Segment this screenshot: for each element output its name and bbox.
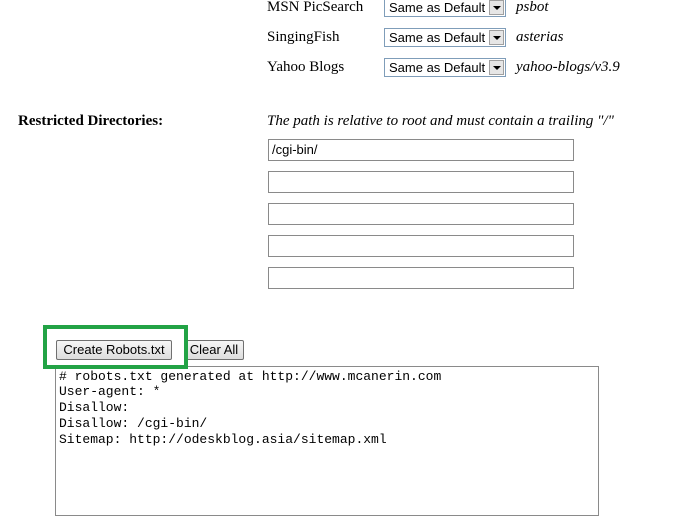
- output-line: Disallow:: [59, 400, 130, 415]
- chevron-down-icon[interactable]: [489, 60, 504, 75]
- robots-output-textarea[interactable]: # robots.txt generated at http://www.mca…: [55, 366, 599, 516]
- bot-select-value: Same as Default: [389, 0, 486, 15]
- restricted-directories-hint: The path is relative to root and must co…: [267, 113, 614, 129]
- output-line: # robots.txt generated at http://www.mca…: [59, 369, 442, 384]
- restricted-dir-input-3[interactable]: [268, 203, 574, 225]
- chevron-down-icon[interactable]: [489, 30, 504, 45]
- bot-name-msn-picsearch: MSN PicSearch: [267, 0, 364, 15]
- bot-select-singingfish[interactable]: Same as Default: [384, 28, 506, 47]
- bot-id-yahoo-blogs: yahoo-blogs/v3.9: [516, 59, 620, 75]
- restricted-dir-input-5[interactable]: [268, 267, 574, 289]
- output-line: Sitemap: http://odeskblog.asia/sitemap.x…: [59, 432, 387, 447]
- output-line: Disallow: /cgi-bin/: [59, 416, 208, 431]
- restricted-dir-input-4[interactable]: [268, 235, 574, 257]
- bot-select-msn-picsearch[interactable]: Same as Default: [384, 0, 506, 17]
- clear-all-button[interactable]: Clear All: [184, 340, 244, 360]
- bot-name-singingfish: SingingFish: [267, 29, 340, 45]
- bot-select-value: Same as Default: [389, 30, 486, 45]
- restricted-dir-input-2[interactable]: [268, 171, 574, 193]
- output-line: User-agent: *: [59, 384, 161, 399]
- restricted-dir-input-1[interactable]: /cgi-bin/: [268, 139, 574, 161]
- bot-id-asterias: asterias: [516, 29, 564, 45]
- bot-select-yahoo-blogs[interactable]: Same as Default: [384, 58, 506, 77]
- highlight-frame: [43, 325, 188, 369]
- bot-name-yahoo-blogs: Yahoo Blogs: [267, 59, 345, 75]
- restricted-directories-label: Restricted Directories:: [18, 113, 164, 129]
- bot-id-psbot: psbot: [516, 0, 549, 15]
- bot-select-value: Same as Default: [389, 60, 486, 75]
- chevron-down-icon[interactable]: [489, 0, 504, 15]
